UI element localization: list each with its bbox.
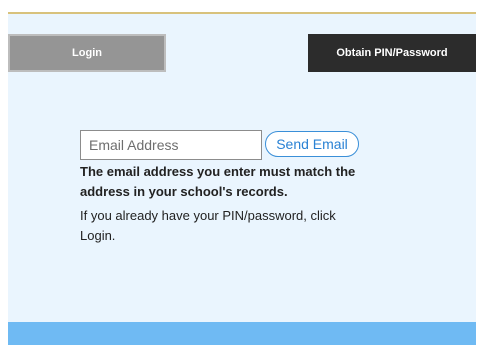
tab-obtain-pin-label: Obtain PIN/Password [336,47,448,59]
email-address-input[interactable] [80,130,262,160]
email-match-line-1: The email address you enter must match t… [80,164,356,179]
login-hint-line-2: Login. [80,228,116,243]
panel-footer-bar [8,322,476,345]
tab-obtain-pin-password[interactable]: Obtain PIN/Password [308,34,476,72]
page-frame: Login Obtain PIN/Password Send Email The… [0,0,485,345]
login-hint-line-1: If you already have your PIN/password, c… [80,208,336,223]
send-email-button[interactable]: Send Email [265,131,359,157]
tab-login-label: Login [72,47,102,59]
email-match-line-2: address in your school's records. [80,184,288,199]
tab-login[interactable]: Login [8,34,166,72]
send-email-label: Send Email [276,136,348,152]
login-hint: If you already have your PIN/password, c… [80,206,410,246]
email-match-notice: The email address you enter must match t… [80,162,410,202]
